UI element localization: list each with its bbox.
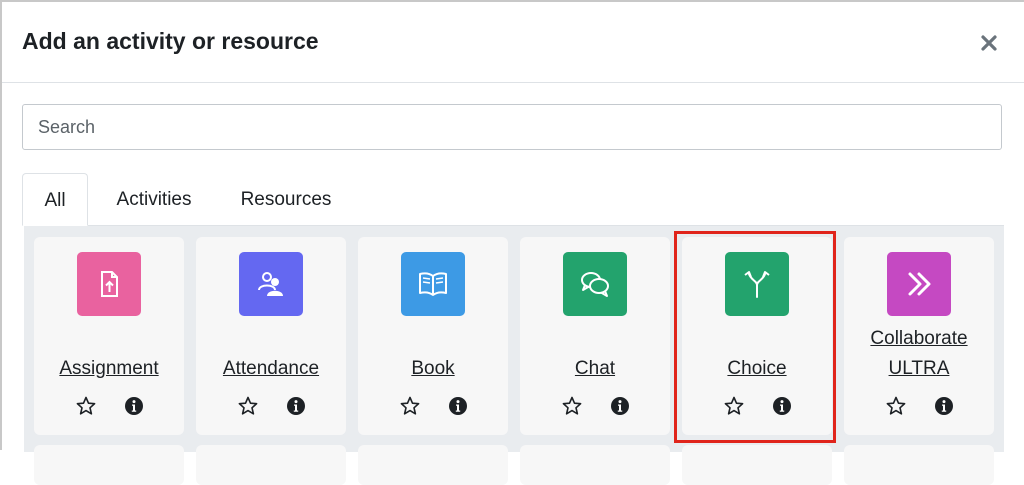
book-icon-tile	[401, 252, 465, 316]
activity-card-next-row[interactable]	[34, 445, 184, 485]
activity-card-assignment[interactable]: Assignment	[34, 237, 184, 435]
choice-icon	[744, 271, 770, 298]
activity-card-choice[interactable]: Choice	[682, 237, 832, 435]
activity-card-collaborate-ultra[interactable]: Collaborate ULTRA	[844, 237, 994, 435]
book-icon	[419, 272, 447, 296]
star-icon[interactable]	[885, 395, 907, 417]
activity-label[interactable]: Choice	[682, 353, 832, 384]
star-icon[interactable]	[561, 395, 583, 417]
star-icon[interactable]	[723, 395, 745, 417]
assignment-icon-tile	[77, 252, 141, 316]
collaborate-icon-tile	[887, 252, 951, 316]
tab-resources[interactable]: Resources	[226, 173, 346, 225]
search-input[interactable]	[22, 104, 1002, 150]
chat-icon-tile	[563, 252, 627, 316]
close-icon	[981, 35, 997, 51]
tab-all[interactable]: All	[22, 173, 88, 226]
activity-card-next-row[interactable]	[358, 445, 508, 485]
activity-grid: Assignment Attendance Book Chat Choice C…	[24, 226, 1004, 485]
star-icon[interactable]	[75, 395, 97, 417]
activity-label[interactable]: Chat	[520, 353, 670, 384]
activity-label-line1[interactable]: Collaborate	[844, 323, 994, 354]
activity-card-next-row[interactable]	[844, 445, 994, 485]
activity-card-next-row[interactable]	[520, 445, 670, 485]
chat-icon	[581, 272, 609, 297]
attendance-icon	[258, 272, 283, 296]
activity-card-attendance[interactable]: Attendance	[196, 237, 346, 435]
chooser-tabs: All Activities Resources	[22, 173, 1004, 226]
info-icon[interactable]	[447, 395, 469, 417]
info-icon[interactable]	[285, 395, 307, 417]
activity-label[interactable]: Book	[358, 353, 508, 384]
close-button[interactable]	[976, 30, 1002, 56]
activity-label[interactable]: Assignment	[34, 353, 184, 384]
assignment-icon	[101, 271, 118, 297]
tab-activities[interactable]: Activities	[102, 173, 206, 225]
activity-label[interactable]: Attendance	[196, 353, 346, 384]
activity-card-next-row[interactable]	[682, 445, 832, 485]
activity-card-chat[interactable]: Chat	[520, 237, 670, 435]
choice-icon-tile	[725, 252, 789, 316]
info-icon[interactable]	[609, 395, 631, 417]
collaborate-icon	[908, 272, 931, 296]
activity-label-line2[interactable]: ULTRA	[844, 353, 994, 384]
modal-title: Add an activity or resource	[22, 28, 319, 54]
activity-card-next-row[interactable]	[196, 445, 346, 485]
star-icon[interactable]	[237, 395, 259, 417]
info-icon[interactable]	[933, 395, 955, 417]
info-icon[interactable]	[123, 395, 145, 417]
activity-chooser-modal: Add an activity or resource All Activiti…	[2, 2, 1024, 485]
attendance-icon-tile	[239, 252, 303, 316]
info-icon[interactable]	[771, 395, 793, 417]
star-icon[interactable]	[399, 395, 421, 417]
activity-card-book[interactable]: Book	[358, 237, 508, 435]
modal-header: Add an activity or resource	[2, 2, 1024, 83]
